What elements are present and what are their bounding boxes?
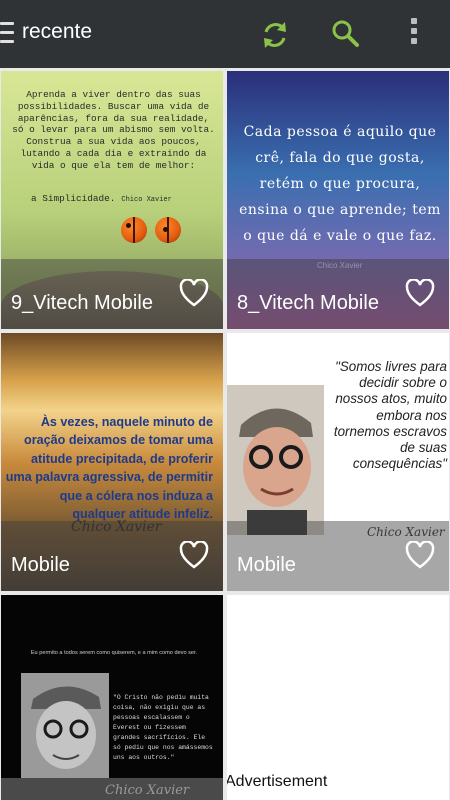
quote-card[interactable]: Eu permito a todos serem como quiserem, … bbox=[1, 595, 223, 800]
card-caption-text: 8_Vitech Mobile bbox=[237, 292, 379, 314]
quote-card[interactable]: Aprenda a viver dentro das suas possibil… bbox=[1, 71, 223, 329]
ladybug-image bbox=[121, 217, 147, 243]
quote-text: "O Cristo não pediu muita coisa, não exi… bbox=[113, 694, 213, 761]
card-caption: Mobile bbox=[1, 521, 223, 591]
card-caption-text: Mobile bbox=[237, 554, 296, 576]
heart-icon[interactable] bbox=[405, 541, 435, 569]
quote-text: "Somos livres para decidir sobre o nosso… bbox=[333, 359, 447, 472]
quote-text: Cada pessoa é aquilo que crê, fala do qu… bbox=[239, 124, 441, 244]
quote-header: Eu permito a todos serem como quiserem, … bbox=[30, 650, 198, 656]
author-name: Chico Xavier bbox=[105, 783, 190, 798]
card-caption: 9_Vitech Mobile bbox=[1, 259, 223, 329]
app-bar: recente bbox=[0, 0, 450, 68]
page-title: recente bbox=[22, 20, 93, 43]
quote-closing: a Simplicidade. Chico Xavier bbox=[31, 193, 172, 204]
quote-text: Às vezes, naquele minuto de oração deixa… bbox=[5, 415, 213, 522]
more-options-icon[interactable] bbox=[406, 18, 422, 52]
card-caption: Mobile bbox=[227, 521, 449, 591]
author-name: Chico Xavier bbox=[121, 196, 172, 204]
menu-icon[interactable] bbox=[0, 22, 14, 46]
ad-slot[interactable]: Advertisement bbox=[227, 595, 449, 800]
quote-text: Aprenda a viver dentro das suas possibil… bbox=[12, 89, 215, 171]
card-caption: 8_Vitech Mobile bbox=[227, 259, 449, 329]
heart-icon[interactable] bbox=[179, 541, 209, 569]
ad-label: Advertisement bbox=[227, 773, 328, 790]
refresh-icon[interactable] bbox=[258, 18, 292, 52]
card-caption-text: Mobile bbox=[11, 554, 70, 576]
quote-card[interactable]: "Somos livres para decidir sobre o nosso… bbox=[227, 333, 449, 591]
heart-icon[interactable] bbox=[405, 279, 435, 307]
heart-icon[interactable] bbox=[179, 279, 209, 307]
quote-card[interactable]: Às vezes, naquele minuto de oração deixa… bbox=[1, 333, 223, 591]
search-icon[interactable] bbox=[330, 18, 360, 48]
author-photo bbox=[227, 385, 324, 535]
quote-card[interactable]: Cada pessoa é aquilo que crê, fala do qu… bbox=[227, 71, 449, 329]
ladybug-image bbox=[155, 217, 181, 243]
card-caption-text: 9_Vitech Mobile bbox=[11, 292, 153, 314]
